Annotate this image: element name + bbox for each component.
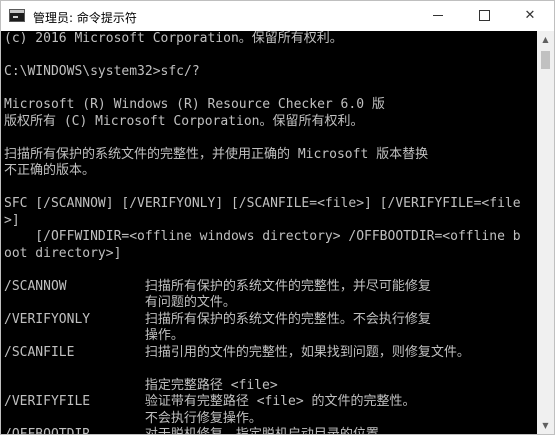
console-line: 版权所有 (C) Microsoft Corporation。保留所有权利。 [4,113,364,129]
console-line: 不正确的版本。 [4,163,96,178]
scroll-down-arrow-icon[interactable]: ▼ [537,417,554,434]
cmd-window: 管理员: 命令提示符 ✕ (c) 2016 Microsoft Corporat… [0,0,555,435]
console-line: [/OFFWINDIR=<offline windows directory> … [4,229,521,244]
window-title: 管理员: 命令提示符 [33,11,137,25]
console-line: /SCANFILE 扫描引用的文件的完整性，如果找到问题，则修复文件。 [4,344,470,360]
console-line: Microsoft (R) Windows (R) Resource Check… [4,97,385,112]
console-line: >] [4,212,20,228]
minimize-icon [433,15,443,16]
maximize-icon [478,10,490,21]
console-line: 指定完整路径 <file> [4,377,278,393]
console-line: /OFFBOOTDIR 对于脱机修复，指定脱机启动目录的位置 [4,427,537,434]
console-line: (c) 2016 Microsoft Corporation。保留所有权利。 [4,31,343,46]
console-line: 有问题的文件。 [4,295,236,310]
command-prompt-icon[interactable] [9,9,25,22]
close-button[interactable]: ✕ [507,1,553,31]
scrollbar-thumb[interactable] [541,51,550,69]
vertical-scrollbar[interactable]: ▲ ▼ [537,31,554,434]
console-line: 操作。 [4,328,184,343]
maximize-button[interactable] [461,1,507,31]
title-bar[interactable]: 管理员: 命令提示符 ✕ [1,1,554,31]
console-line: 不会执行修复操作。 [4,410,262,426]
minimize-button[interactable] [415,1,461,31]
console-output[interactable]: (c) 2016 Microsoft Corporation。保留所有权利。 C:… [1,31,537,434]
console-line: C:\WINDOWS\system32>sfc/? [4,64,200,79]
scroll-up-arrow-icon[interactable]: ▲ [537,31,554,48]
console-line: /SCANNOW 扫描所有保护的系统文件的完整性，并尽可能修复 [4,278,431,294]
close-icon: ✕ [524,8,536,23]
console-line: SFC [/SCANNOW] [/VERIFYONLY] [/SCANFILE=… [4,196,521,211]
console-line: /VERIFYFILE 验证带有完整路径 <file> 的文件的完整性。 [4,394,416,409]
console-line: oot directory>] [4,245,122,261]
console-line: 扫描所有保护的系统文件的完整性，并使用正确的 Microsoft 版本替换 [4,146,429,162]
console-line: /VERIFYONLY 扫描所有保护的系统文件的完整性。不会执行修复 [4,311,431,327]
